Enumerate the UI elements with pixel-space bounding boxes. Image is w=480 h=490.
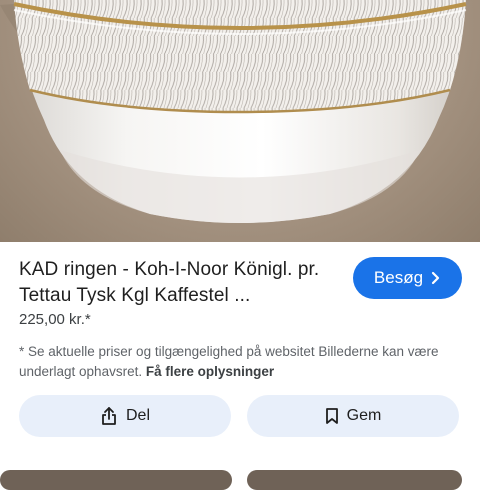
more-info-link[interactable]: Få flere oplysninger xyxy=(146,364,274,379)
product-price: 225,00 kr.* xyxy=(19,311,91,328)
bookmark-icon xyxy=(325,408,338,424)
save-button[interactable]: Gem xyxy=(247,395,459,437)
porcelain-bowl-illustration xyxy=(0,0,467,223)
price-disclaimer: * Se aktuelle priser og tilgængelighed p… xyxy=(19,342,464,382)
share-button[interactable]: Del xyxy=(19,395,231,437)
visit-button[interactable]: Besøg xyxy=(353,257,462,299)
product-title[interactable]: KAD ringen - Koh-I-Noor Königl. pr. Tett… xyxy=(19,257,339,309)
related-result-thumbnail[interactable] xyxy=(247,470,462,490)
product-image[interactable] xyxy=(0,0,480,242)
share-button-label: Del xyxy=(125,407,150,424)
visit-button-label: Besøg xyxy=(373,268,424,287)
save-button-label: Gem xyxy=(346,407,382,424)
related-result-thumbnail[interactable] xyxy=(0,470,232,490)
share-icon xyxy=(102,407,116,425)
chevron-right-icon xyxy=(431,271,440,285)
